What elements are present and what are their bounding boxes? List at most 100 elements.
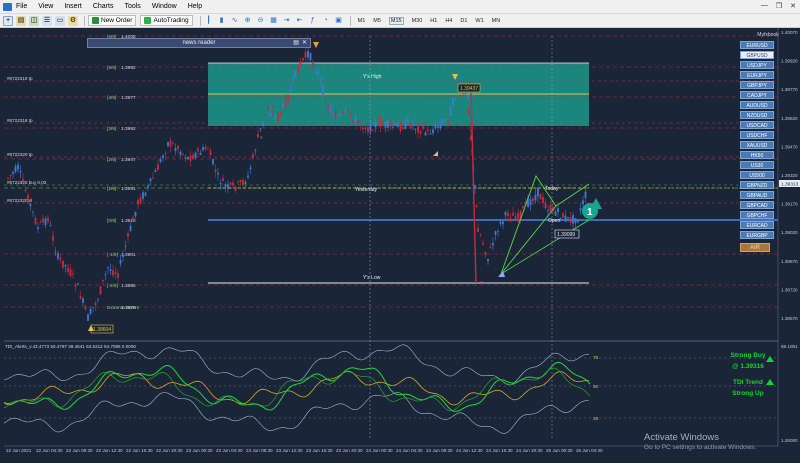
- tile-windows-icon[interactable]: ▦: [269, 16, 279, 26]
- candle-body: [229, 182, 232, 185]
- candle-body: [504, 211, 507, 216]
- time-axis-label: 24 Jun 08:30: [426, 448, 453, 453]
- candle-body: [477, 228, 479, 233]
- candle-body: [377, 118, 379, 121]
- new-chart-icon[interactable]: +: [3, 15, 13, 26]
- candle-body: [202, 147, 204, 151]
- candle-body: [539, 194, 542, 200]
- timeframe-mn[interactable]: MN: [492, 18, 501, 24]
- menu-file[interactable]: File: [16, 3, 27, 10]
- zoom-in-icon[interactable]: ⊕: [243, 16, 253, 26]
- chart-window[interactable]: [6/8]1.4008[5/8]1.3992[4/8]1.3977[3/8]1.…: [0, 28, 800, 458]
- news-close-icon[interactable]: ✕: [302, 39, 307, 46]
- candle-body: [29, 203, 32, 206]
- restore-icon[interactable]: ❐: [776, 2, 782, 10]
- news-menu-icon[interactable]: ▤: [293, 39, 299, 46]
- symbol-button-us500[interactable]: US500: [740, 170, 774, 180]
- candle-body: [259, 128, 262, 130]
- chart-shift-icon[interactable]: ⇤: [295, 16, 305, 26]
- auto-scroll-icon[interactable]: ⇥: [282, 16, 292, 26]
- symbol-button-gbpcad[interactable]: GBPCAD: [740, 200, 774, 210]
- symbol-button-eurjpy[interactable]: EURJPY: [740, 70, 774, 80]
- timeframe-w1[interactable]: W1: [475, 18, 483, 24]
- timeframe-m15[interactable]: M15: [388, 16, 404, 25]
- symbol-button-nzdusd[interactable]: NZDUSD: [740, 110, 774, 120]
- symbol-button-gbpnzd[interactable]: GBPNZD: [740, 180, 774, 190]
- zoom-out-icon[interactable]: ⊖: [256, 16, 266, 26]
- candle-body: [34, 217, 37, 225]
- level-label: [4/8]: [107, 95, 116, 101]
- candle-body: [187, 156, 189, 160]
- terminal-icon[interactable]: ▭: [55, 15, 65, 26]
- timeframe-m1[interactable]: M1: [358, 18, 366, 24]
- open-price-value: 1.39099: [557, 232, 575, 238]
- symbol-button-eurcad[interactable]: EURCAD: [740, 220, 774, 230]
- line-chart-icon[interactable]: ∿: [230, 16, 240, 26]
- symbol-button-gbpusd[interactable]: GBPUSD: [740, 50, 774, 60]
- menu-help[interactable]: Help: [188, 3, 202, 10]
- price-chart[interactable]: [6/8]1.4008[5/8]1.3992[4/8]1.3977[3/8]1.…: [0, 28, 800, 458]
- menu-charts[interactable]: Charts: [93, 3, 114, 10]
- news-reader-bar[interactable]: news reader ▤ ✕: [87, 38, 311, 48]
- menu-tools[interactable]: Tools: [124, 3, 140, 10]
- candle-body: [97, 299, 99, 301]
- time-axis-label: 23 Jun 04:30: [216, 448, 243, 453]
- close-icon[interactable]: ✕: [790, 2, 796, 10]
- indicators-icon[interactable]: ƒ: [308, 16, 318, 26]
- toolbar-divider: [349, 15, 351, 26]
- price-axis-label: 1.38570: [781, 316, 798, 321]
- navigator-icon[interactable]: ☰: [42, 15, 52, 26]
- signal-strong-buy: Strong Buy: [730, 352, 766, 359]
- periods-icon[interactable]: ◔: [321, 16, 331, 26]
- candle-body: [262, 121, 264, 126]
- candle-body: [249, 167, 252, 170]
- symbol-button-gbpaud[interactable]: GBPAUD: [740, 190, 774, 200]
- symbol-button-usdcad[interactable]: USDCAD: [740, 120, 774, 130]
- bar-chart-icon[interactable]: ┃: [204, 16, 214, 26]
- symbol-button-eurgbp[interactable]: EURGBP: [740, 230, 774, 240]
- symbols-panel: Myfxbook EURUSD GBPUSD USDJPY EURJPY GBPJPY C…: [740, 32, 796, 254]
- candle-body: [319, 79, 322, 81]
- app-icon: [3, 3, 12, 11]
- menu-view[interactable]: View: [38, 3, 53, 10]
- timeframe-d1[interactable]: D1: [460, 18, 467, 24]
- level-value: 1.3977: [121, 95, 136, 101]
- timeframe-h1[interactable]: H1: [430, 18, 437, 24]
- symbol-button-us30[interactable]: US30: [740, 160, 774, 170]
- new-order-button[interactable]: New Order: [88, 15, 137, 26]
- symbol-button-audusd[interactable]: AUDUSD: [740, 100, 774, 110]
- strategy-tester-icon[interactable]: ⚙: [68, 15, 78, 26]
- symbol-button-xauusd[interactable]: XAUUSD: [740, 140, 774, 150]
- timeframe-m5[interactable]: M5: [373, 18, 381, 24]
- candle-body: [72, 273, 74, 275]
- zone-label-high: Y's High: [363, 74, 382, 80]
- candle-body: [549, 205, 552, 212]
- minimize-icon[interactable]: —: [761, 2, 768, 10]
- templates-icon[interactable]: ▣: [334, 16, 344, 26]
- autotrading-button[interactable]: AutoTrading: [140, 15, 193, 26]
- candle-body: [332, 115, 334, 117]
- symbol-button-air[interactable]: AIR: [740, 243, 770, 253]
- profiles-icon[interactable]: ▤: [16, 15, 26, 26]
- candlestick-icon[interactable]: ▮: [217, 16, 227, 26]
- timeframe-m30[interactable]: M30: [412, 18, 423, 24]
- candle-body: [227, 184, 229, 189]
- candle-body: [47, 217, 49, 222]
- symbol-button-eurusd[interactable]: EURUSD: [740, 41, 774, 50]
- market-watch-icon[interactable]: ◫: [29, 15, 39, 26]
- symbol-button-usdchf[interactable]: USDCHF: [740, 130, 774, 140]
- timeframe-h4[interactable]: H4: [445, 18, 452, 24]
- time-axis-label: 23 Jun 20:30: [336, 448, 363, 453]
- symbol-button-cadjpy[interactable]: CADJPY: [740, 90, 774, 100]
- candle-body: [424, 132, 427, 136]
- candle-body: [567, 217, 569, 218]
- candle-body: [389, 122, 392, 125]
- symbol-button-hk50[interactable]: HK50: [740, 150, 774, 160]
- symbol-button-gbpjpy[interactable]: GBPJPY: [740, 80, 774, 90]
- menu-insert[interactable]: Insert: [64, 3, 82, 10]
- symbol-button-gbpchf[interactable]: GBPCHF: [740, 210, 774, 220]
- symbol-button-usdjpy[interactable]: USDJPY: [740, 60, 774, 70]
- toolbar-divider: [84, 15, 85, 26]
- menu-window[interactable]: Window: [152, 3, 177, 10]
- candle-body: [372, 130, 374, 132]
